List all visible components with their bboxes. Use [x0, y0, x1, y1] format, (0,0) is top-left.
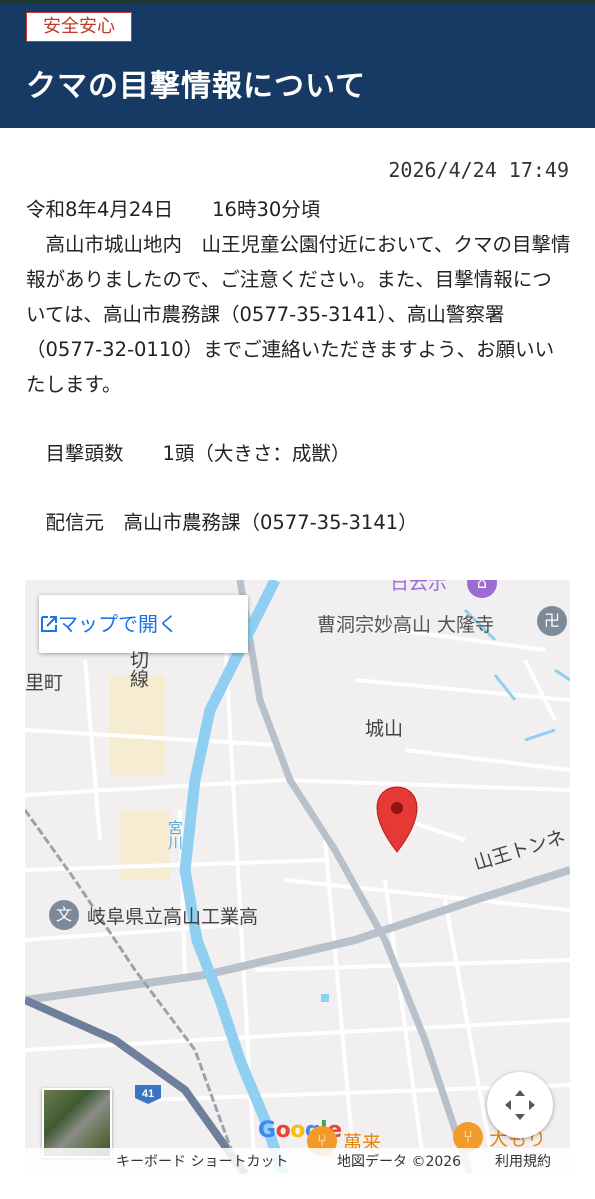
- map-label-temple[interactable]: 曹洞宗妙高山 大隆寺: [317, 610, 494, 637]
- post-timestamp: 2026/4/24 17:49: [388, 158, 569, 182]
- map-area-block: [110, 675, 165, 775]
- map-data-credit: 地図データ ©2026: [337, 1154, 462, 1170]
- map-label-satomachi: 里町: [25, 672, 64, 694]
- source-line: 配信元 高山市農務課（0577-35-3141）: [26, 511, 418, 534]
- school-icon[interactable]: 文: [49, 900, 79, 930]
- terms-link[interactable]: 利用規約: [495, 1151, 551, 1171]
- external-link-icon: [41, 616, 57, 632]
- map-label-shiroyama: 城山: [365, 718, 404, 740]
- manji-icon[interactable]: 卍: [537, 606, 567, 636]
- location-marker-icon[interactable]: [376, 786, 418, 853]
- open-in-maps-label: マップで開く: [58, 612, 178, 636]
- keyboard-shortcuts-link[interactable]: キーボード ショートカット: [116, 1151, 288, 1171]
- category-badge[interactable]: 安全安心: [26, 12, 132, 42]
- open-in-maps-button[interactable]: マップで開く: [39, 595, 248, 653]
- sighting-count-line: 目撃頭数 1頭（大きさ：成獣）: [26, 442, 351, 465]
- map-attribution-bar: キーボード ショートカット 地図データ ©2026 利用規約: [25, 1148, 570, 1174]
- article-body: 令和8年4月24日 16時30分頃 高山市城山地内 山王児童公園付近において、ク…: [26, 192, 571, 540]
- page-title: クマの目撃情報について: [26, 69, 367, 104]
- fullscreen-icon: [505, 1090, 535, 1120]
- page-header: 安全安心 クマの目撃情報について: [0, 4, 595, 128]
- map-label-miya-river: 宮川: [166, 820, 184, 850]
- embedded-map[interactable]: 41 マップで開く 日云示 ⌂ 曹洞宗妙高山 大隆寺 卍 里町 切線 城山 宮川…: [25, 580, 570, 1174]
- article-date-line: 令和8年4月24日 16時30分頃: [26, 198, 321, 221]
- article-main-paragraph: 高山市城山地内 山王児童公園付近において、クマの目撃情報がありましたので、ご注意…: [26, 233, 571, 396]
- fullscreen-button[interactable]: [487, 1072, 553, 1138]
- map-label-top-cut: 日云示: [390, 580, 448, 594]
- map-main-road: [236, 580, 474, 1174]
- map-area-block: [120, 810, 170, 880]
- map-label-kiri-line: 切線: [127, 650, 149, 688]
- map-pond: [321, 994, 329, 1002]
- miya-river: [179, 580, 289, 1174]
- route-number: 41: [142, 1088, 154, 1100]
- map-label-school[interactable]: 岐阜県立高山工業高: [87, 902, 258, 929]
